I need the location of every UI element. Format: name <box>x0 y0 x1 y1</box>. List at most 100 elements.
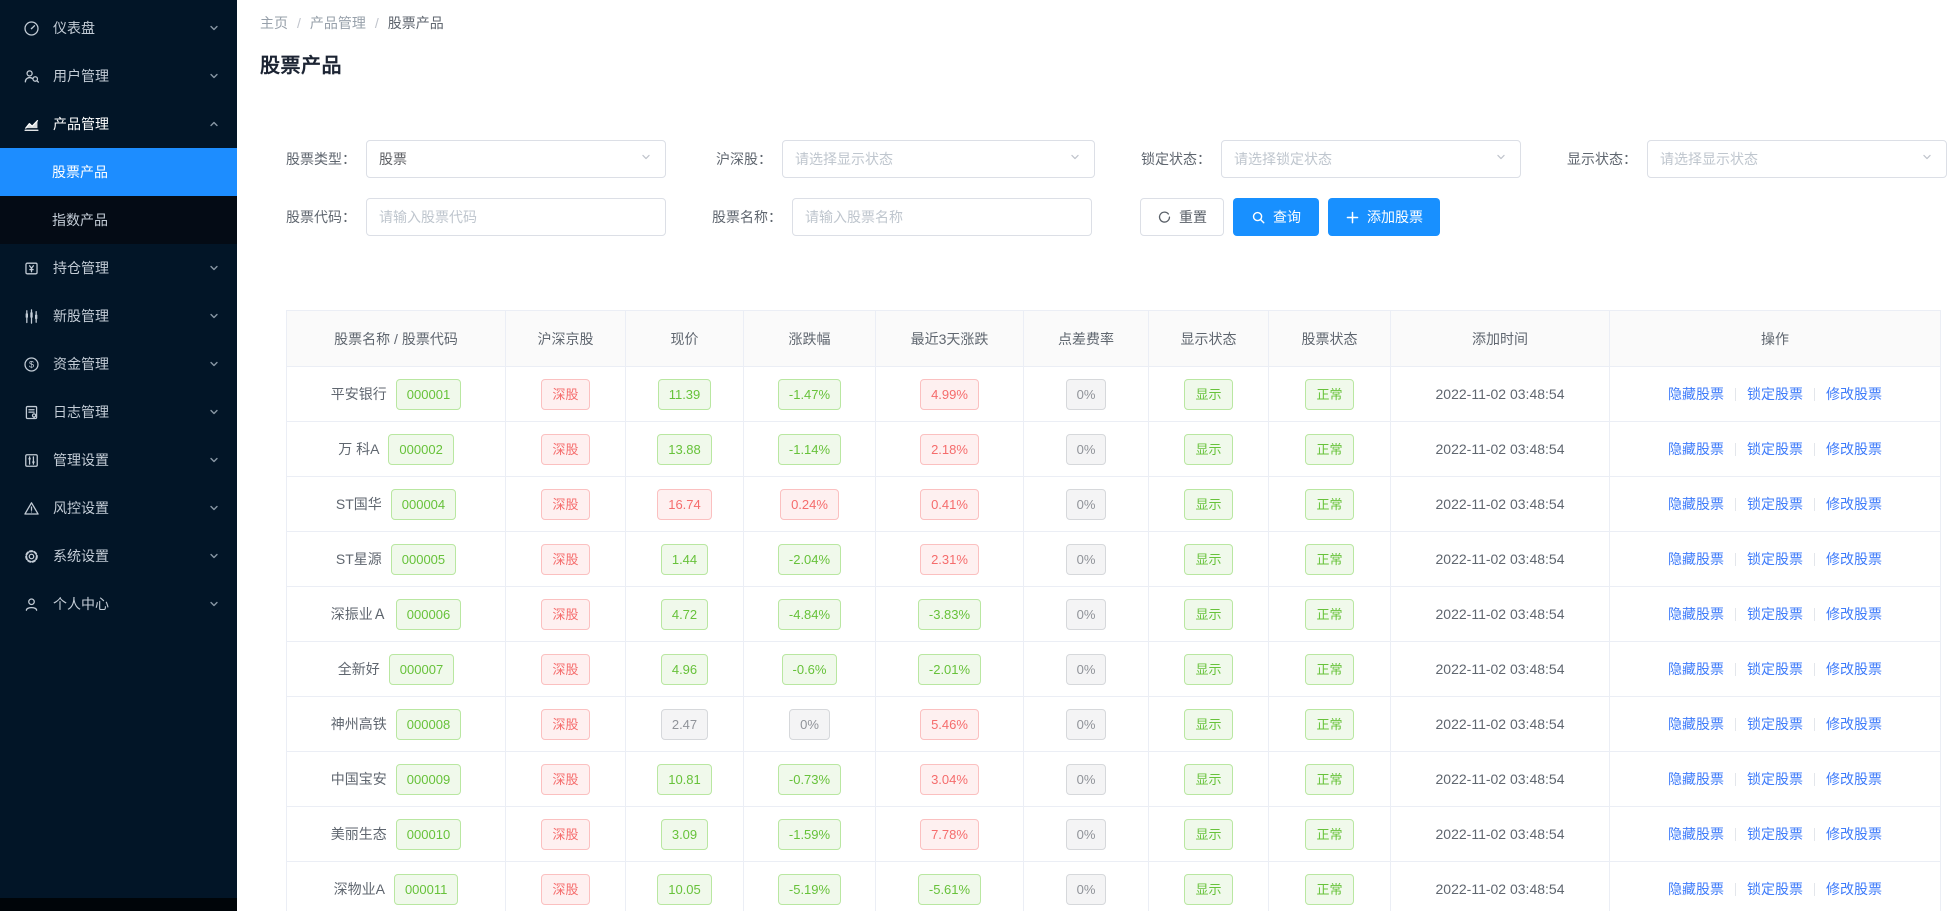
hide-stock-link[interactable]: 隐藏股票 <box>1668 494 1724 514</box>
breadcrumb-item: 股票产品 <box>387 15 444 31</box>
filter-group-market: 沪深股： 请选择显示状态 <box>716 140 1095 178</box>
column-header: 添加时间 <box>1390 310 1610 367</box>
lock-stock-link[interactable]: 锁定股票 <box>1747 604 1803 624</box>
edit-stock-link[interactable]: 修改股票 <box>1826 879 1882 899</box>
stock-type-select[interactable]: 股票 <box>366 140 666 178</box>
stock-name-input[interactable] <box>792 198 1092 236</box>
sidebar-subitem-stock-products[interactable]: 股票产品 <box>0 148 237 196</box>
sidebar-item-risk-settings[interactable]: 风控设置 <box>0 484 237 532</box>
sidebar-subitem-index-products[interactable]: 指数产品 <box>0 196 237 244</box>
sidebar-item-new-stocks[interactable]: 新股管理 <box>0 292 237 340</box>
hide-stock-link[interactable]: 隐藏股票 <box>1668 824 1724 844</box>
column-header: 最近3天涨跌 <box>875 310 1024 367</box>
lock-stock-link[interactable]: 锁定股票 <box>1747 659 1803 679</box>
edit-stock-link[interactable]: 修改股票 <box>1826 384 1882 404</box>
edit-stock-link[interactable]: 修改股票 <box>1826 769 1882 789</box>
sidebar-item-products[interactable]: 产品管理 <box>0 100 237 148</box>
hide-stock-link[interactable]: 隐藏股票 <box>1668 439 1724 459</box>
hide-stock-link[interactable]: 隐藏股票 <box>1668 384 1724 404</box>
lock-stock-link[interactable]: 锁定股票 <box>1747 494 1803 514</box>
three-day-change-badge: 4.99% <box>920 378 979 410</box>
three-day-change-badge: 2.31% <box>920 543 979 575</box>
lock-stock-link[interactable]: 锁定股票 <box>1747 824 1803 844</box>
chevron-down-icon <box>207 21 221 35</box>
lock-status-select[interactable]: 请选择锁定状态 <box>1221 140 1521 178</box>
three-day-change-badge: 7.78% <box>920 818 979 850</box>
hide-stock-link[interactable]: 隐藏股票 <box>1668 549 1724 569</box>
spread-rate-badge: 0% <box>1065 598 1107 630</box>
edit-stock-link[interactable]: 修改股票 <box>1826 659 1882 679</box>
lock-stock-link[interactable]: 锁定股票 <box>1747 439 1803 459</box>
market-badge: 深股 <box>541 433 590 465</box>
stock-code-input[interactable] <box>366 198 666 236</box>
warning-triangle-icon <box>22 499 40 517</box>
stock-name: 神州高铁 <box>330 716 387 732</box>
breadcrumb-item[interactable]: 产品管理 <box>310 13 366 33</box>
chevron-up-icon <box>207 117 221 131</box>
stock-code-badge: 000006 <box>395 598 462 630</box>
lock-stock-link[interactable]: 锁定股票 <box>1747 714 1803 734</box>
sidebar-item-profile[interactable]: 个人中心 <box>0 580 237 628</box>
market-badge: 深股 <box>541 653 590 685</box>
sidebar-item-system-settings[interactable]: 系统设置 <box>0 532 237 580</box>
add-stock-button[interactable]: 添加股票 <box>1328 198 1440 236</box>
action-separator <box>1814 552 1815 566</box>
reset-button[interactable]: 重置 <box>1140 198 1224 236</box>
spread-rate-badge: 0% <box>1065 708 1107 740</box>
filter-group-stock-code: 股票代码： <box>286 198 666 236</box>
edit-stock-link[interactable]: 修改股票 <box>1826 604 1882 624</box>
user-search-icon <box>22 67 40 85</box>
position-yuan-icon <box>22 259 40 277</box>
lock-stock-link[interactable]: 锁定股票 <box>1747 384 1803 404</box>
spread-rate-badge: 0% <box>1065 653 1107 685</box>
sidebar-item-users[interactable]: 用户管理 <box>0 52 237 100</box>
table-row: 万 科A 000002 深股 13.88 -1.14% 2.18% 0% 显示 正常 2022-1… <box>286 421 1941 477</box>
filter-form: 股票类型： 股票 沪深股： 请选择显示状态 锁定状态： 请选择锁定状态 显示状态… <box>286 140 1947 236</box>
stock-name: 全新好 <box>337 661 380 677</box>
hide-stock-link[interactable]: 隐藏股票 <box>1668 714 1724 734</box>
search-button[interactable]: 查询 <box>1233 198 1319 236</box>
hide-stock-link[interactable]: 隐藏股票 <box>1668 604 1724 624</box>
sidebar-item-logs[interactable]: 日志管理 <box>0 388 237 436</box>
sidebar-item-funds[interactable]: $ 资金管理 <box>0 340 237 388</box>
stock-table: 股票名称 / 股票代码 沪深京股 现价 涨跌幅 最近3天涨跌 点差费率 显示状态 股票状态 添加… <box>286 310 1941 911</box>
sidebar-item-dashboard[interactable]: 仪表盘 <box>0 4 237 52</box>
change-badge: -2.04% <box>777 543 842 575</box>
sidebar-item-positions[interactable]: 持仓管理 <box>0 244 237 292</box>
spread-rate-badge: 0% <box>1065 763 1107 795</box>
edit-stock-link[interactable]: 修改股票 <box>1826 824 1882 844</box>
change-badge: 0.24% <box>780 488 839 520</box>
hide-stock-link[interactable]: 隐藏股票 <box>1668 659 1724 679</box>
action-separator <box>1814 607 1815 621</box>
display-status-select[interactable]: 请选择显示状态 <box>1647 140 1947 178</box>
market-badge: 深股 <box>541 708 590 740</box>
lock-stock-link[interactable]: 锁定股票 <box>1747 549 1803 569</box>
chevron-down-icon <box>207 549 221 563</box>
change-badge: -0.73% <box>777 763 842 795</box>
sidebar-item-label: 日志管理 <box>53 404 109 420</box>
sidebar-item-label: 新股管理 <box>53 308 109 324</box>
breadcrumb-item[interactable]: 主页 <box>260 13 288 33</box>
hide-stock-link[interactable]: 隐藏股票 <box>1668 879 1724 899</box>
stock-type-label: 股票类型： <box>286 151 356 167</box>
action-separator <box>1814 717 1815 731</box>
filter-group-lock-status: 锁定状态： 请选择锁定状态 <box>1141 140 1521 178</box>
hide-stock-link[interactable]: 隐藏股票 <box>1668 769 1724 789</box>
edit-stock-link[interactable]: 修改股票 <box>1826 714 1882 734</box>
lock-stock-link[interactable]: 锁定股票 <box>1747 769 1803 789</box>
market-select[interactable]: 请选择显示状态 <box>782 140 1095 178</box>
chevron-down-icon <box>207 501 221 515</box>
edit-stock-link[interactable]: 修改股票 <box>1826 439 1882 459</box>
edit-stock-link[interactable]: 修改股票 <box>1826 549 1882 569</box>
reset-button-label: 重置 <box>1179 209 1207 225</box>
display-status-badge: 显示 <box>1184 543 1233 575</box>
edit-stock-link[interactable]: 修改股票 <box>1826 494 1882 514</box>
display-status-label: 显示状态： <box>1567 151 1637 167</box>
lock-stock-link[interactable]: 锁定股票 <box>1747 879 1803 899</box>
table-row: 中国宝安 000009 深股 10.81 -0.73% 3.04% 0% 显示 正常 2022-1… <box>286 751 1941 807</box>
sidebar-item-admin-settings[interactable]: 管理设置 <box>0 436 237 484</box>
stock-code-label: 股票代码： <box>286 209 356 225</box>
price-badge: 4.96 <box>660 653 709 685</box>
sliders-icon <box>22 451 40 469</box>
stock-code-badge: 000004 <box>390 488 457 520</box>
